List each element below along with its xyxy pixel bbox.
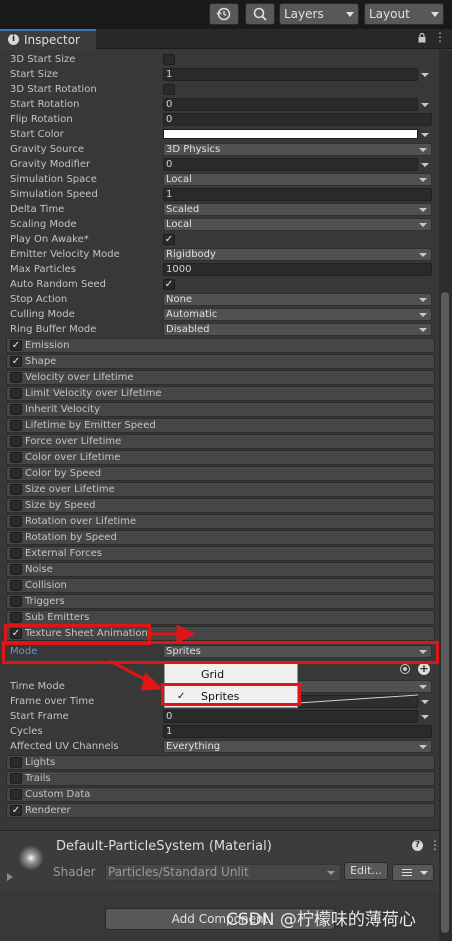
annotation-arrows xyxy=(109,624,196,691)
annotation-arrow-2 xyxy=(109,659,164,691)
annotation-arrow-1 xyxy=(151,624,196,644)
